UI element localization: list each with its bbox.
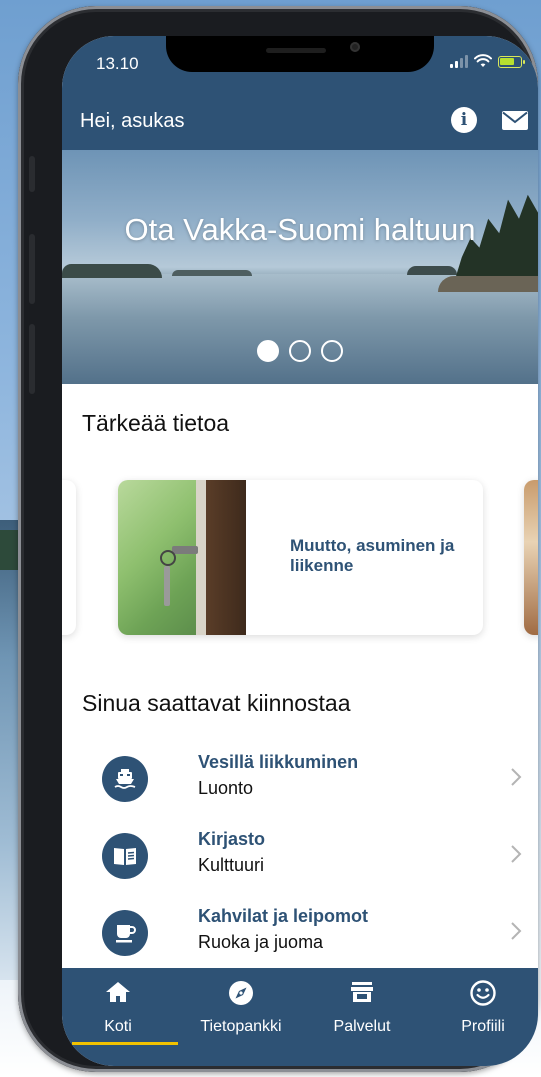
info-card-next[interactable] (524, 480, 538, 635)
book-icon (102, 833, 148, 879)
hero-rocks (438, 276, 538, 292)
store-icon (351, 982, 373, 1002)
silent-switch (29, 156, 35, 192)
cellular-signal-icon (450, 54, 468, 68)
tab-label: Profiili (461, 1018, 505, 1035)
notch (166, 36, 434, 72)
hero-island (62, 264, 162, 278)
status-icons (450, 54, 525, 68)
volume-up-button (29, 234, 35, 304)
chevron-right-icon (511, 922, 522, 940)
greeting-text: Hei, asukas (80, 110, 185, 132)
list-item-subtitle: Ruoka ja juoma (198, 932, 324, 952)
carousel-dots (62, 340, 538, 362)
door-key-photo (118, 480, 246, 635)
tab-label: Palvelut (333, 1018, 391, 1035)
info-card-label: Muutto, asuminen ja liikenne (290, 536, 455, 575)
info-card-previous[interactable] (62, 480, 76, 635)
active-tab-indicator (72, 1042, 178, 1045)
ferry-icon (102, 756, 148, 802)
chevron-right-icon (511, 845, 522, 863)
tab-label: Tietopankki (200, 1018, 282, 1035)
list-item[interactable]: Kirjasto Kulttuuri (62, 825, 538, 895)
wifi-icon (474, 54, 492, 67)
status-time: 13.10 (96, 54, 139, 73)
compass-icon (229, 981, 253, 1005)
mail-icon[interactable] (502, 111, 528, 130)
list-item-title: Kirjasto (198, 829, 266, 849)
home-icon (106, 982, 130, 1002)
list-item[interactable]: Vesillä liikkuminen Luonto (62, 748, 538, 818)
info-icon[interactable]: i (451, 107, 477, 133)
hero-title: Ota Vakka-Suomi haltuun (124, 212, 476, 247)
hero-banner[interactable]: Ota Vakka-Suomi haltuun (62, 150, 538, 384)
list-item-subtitle: Luonto (198, 778, 254, 798)
tab-label: Koti (104, 1018, 132, 1035)
speaker (266, 48, 326, 53)
list-item[interactable]: Kahvilat ja leipomot Ruoka ja juoma (62, 902, 538, 972)
front-camera (350, 42, 360, 52)
info-card-moving[interactable]: Muutto, asuminen ja liikenne (118, 480, 483, 635)
list-item-title: Kahvilat ja leipomot (198, 906, 369, 926)
bottom-tab-bar: Koti Tietopankki Palvelut Profiili (62, 968, 538, 1066)
tab-palvelut[interactable]: Palvelut (308, 978, 416, 1048)
volume-down-button (29, 324, 35, 394)
smiley-icon (470, 980, 496, 1006)
hero-island (407, 266, 457, 275)
hero-island (172, 270, 252, 276)
tab-tietopankki[interactable]: Tietopankki (180, 978, 302, 1048)
carousel-dot-2[interactable] (289, 340, 311, 362)
battery-charging-icon (498, 56, 525, 68)
list-item-title: Vesillä liikkuminen (198, 752, 359, 772)
carousel-dot-1[interactable] (257, 340, 279, 362)
phone-frame: 13.10 Hei, asukas i Ota Vakka-Suomi halt… (18, 6, 538, 1072)
top-bar: 13.10 Hei, asukas i (62, 36, 538, 150)
interests-title: Sinua saattavat kiinnostaa (82, 690, 351, 716)
tab-koti[interactable]: Koti (62, 978, 174, 1048)
important-info-title: Tärkeää tietoa (82, 410, 230, 436)
coffee-cup-icon (102, 910, 148, 956)
chevron-right-icon (511, 768, 522, 786)
app-screen: 13.10 Hei, asukas i Ota Vakka-Suomi halt… (62, 36, 538, 1066)
tab-profiili[interactable]: Profiili (428, 978, 538, 1048)
carousel-dot-3[interactable] (321, 340, 343, 362)
list-item-subtitle: Kulttuuri (198, 855, 265, 875)
